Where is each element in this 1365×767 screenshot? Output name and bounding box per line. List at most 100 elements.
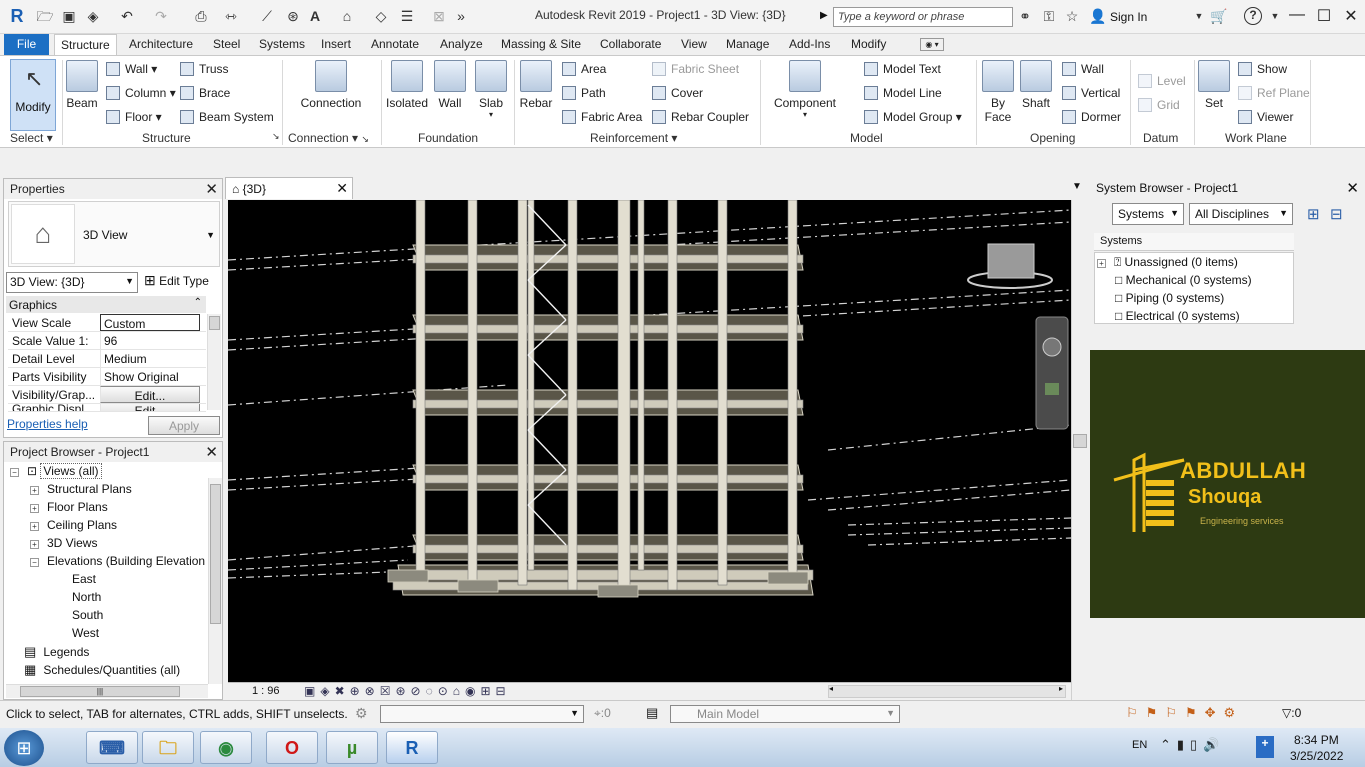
system-piping[interactable]: □ Piping (0 systems) [1115, 291, 1224, 305]
modify-button[interactable]: ↖ Modify [10, 59, 56, 131]
project-browser-close-icon[interactable]: ✕ [205, 443, 218, 461]
tab-steel[interactable]: Steel [213, 34, 240, 55]
wall-foundation-button[interactable]: Wall [434, 60, 466, 110]
system-mechanical[interactable]: □ Mechanical (0 systems) [1115, 273, 1252, 287]
tab-3d-view[interactable]: ⌂ {3D} ✕ [225, 177, 353, 199]
opening-by-face-button[interactable]: By Face [982, 60, 1014, 124]
autofit-columns-icon[interactable]: ⊟ [1330, 205, 1343, 223]
properties-close-icon[interactable]: ✕ [205, 180, 218, 198]
taskbar-utorrent-icon[interactable]: µ [326, 731, 378, 764]
ref-plane-button[interactable]: Ref Plane [1238, 86, 1310, 100]
discipline-filter-select[interactable]: All Disciplines ▼ [1189, 203, 1293, 225]
type-selector[interactable]: ⌂ 3D View ▼ [8, 201, 220, 267]
redo-icon[interactable]: ↷ [152, 7, 170, 25]
path-button[interactable]: Path [562, 86, 606, 100]
minimize-icon[interactable]: — [1285, 6, 1309, 26]
model-line-button[interactable]: Model Line [864, 86, 942, 100]
taskbar-chrome-icon[interactable]: ◉ [200, 731, 252, 764]
rebar-button[interactable]: Rebar [518, 60, 554, 110]
brace-button[interactable]: Brace [180, 86, 230, 100]
vertical-opening-button[interactable]: Vertical [1062, 86, 1120, 100]
system-unassigned[interactable]: + ⍰ Unassigned (0 items) [1097, 255, 1238, 270]
view-scale-label[interactable]: 1 : 96 [252, 685, 280, 697]
show-workplane-button[interactable]: Show [1238, 62, 1287, 76]
systems-column-header[interactable]: Systems [1094, 233, 1294, 251]
filter-count[interactable]: ▽:0 [1282, 706, 1301, 720]
undo-icon[interactable]: ↶ [118, 7, 136, 25]
grid-button[interactable]: Grid [1138, 98, 1180, 112]
wall-opening-button[interactable]: Wall [1062, 62, 1104, 76]
taskbar-explorer-icon[interactable]: 🗀 [142, 731, 194, 764]
close-icon[interactable]: ✕ [1339, 6, 1363, 26]
view-instance-selector[interactable]: 3D View: {3D} ▼ [6, 272, 138, 293]
tab-insert[interactable]: Insert [321, 34, 351, 55]
sign-in-dropdown-icon[interactable]: ▼ [1190, 7, 1208, 25]
apply-button[interactable]: Apply [148, 416, 220, 435]
text-icon[interactable]: A [306, 7, 324, 25]
vg-edit-button[interactable]: Edit... [100, 386, 200, 403]
column-button[interactable]: Column ▾ [106, 86, 176, 100]
help-icon[interactable]: ? [1244, 7, 1262, 25]
tree-elevation-west[interactable]: West [72, 626, 99, 640]
group-connection-label[interactable]: Connection ▾ ↘ [288, 131, 369, 145]
tree-floor-plans[interactable]: + Floor Plans [30, 500, 108, 514]
measure-icon[interactable]: ⇿ [222, 7, 240, 25]
selection-settings-icons[interactable]: ⚐⚑⚐⚑✥⚙ [1126, 705, 1243, 721]
systems-filter-select[interactable]: Systems ▼ [1112, 203, 1184, 225]
view-control-icons[interactable]: ▣◈✖⊕⊗☒⊛⊘◌⊙⌂◉⊞⊟ [304, 684, 511, 698]
tray-app-icon[interactable]: + [1256, 736, 1274, 758]
clock-date[interactable]: 3/25/2022 [1290, 749, 1343, 763]
tree-elevation-south[interactable]: South [72, 608, 103, 622]
view-vscroll[interactable] [1071, 200, 1089, 700]
model-group-button[interactable]: Model Group ▾ [864, 110, 962, 124]
default-3d-icon[interactable]: ⌂ [338, 7, 356, 25]
group-select-label[interactable]: Select ▾ [10, 131, 53, 145]
tree-3d-views[interactable]: +3D Views [30, 536, 97, 550]
tab-file[interactable]: File [4, 34, 49, 55]
subscription-icon[interactable]: ⚿ [1040, 7, 1058, 25]
taskbar-keyboard-icon[interactable]: ⌨ [86, 731, 138, 764]
save-icon[interactable]: ▣ [60, 7, 78, 25]
properties-scrollbar[interactable] [207, 314, 221, 410]
clock-time[interactable]: 8:34 PM [1294, 733, 1339, 747]
level-button[interactable]: Level [1138, 74, 1186, 88]
beam-button[interactable]: Beam [64, 60, 100, 110]
workset-select[interactable]: ▼ [380, 705, 584, 723]
workset-icon[interactable]: ⚙ [355, 705, 368, 722]
rebar-coupler-button[interactable]: Rebar Coupler [652, 110, 749, 124]
group-reinforcement-label[interactable]: Reinforcement ▾ [590, 131, 677, 145]
fabric-area-button[interactable]: Fabric Area [562, 110, 642, 124]
open-icon[interactable]: 🗁 [36, 7, 54, 25]
tab-analyze[interactable]: Analyze [440, 34, 483, 55]
cover-button[interactable]: Cover [652, 86, 703, 100]
project-browser-vscroll[interactable] [208, 478, 222, 684]
properties-help-link[interactable]: Properties help [7, 417, 88, 431]
tree-elevations[interactable]: − Elevations (Building Elevation [30, 554, 205, 568]
tab-systems[interactable]: Systems [259, 34, 305, 55]
view-tab-close-icon[interactable]: ✕ [336, 180, 348, 197]
isolated-foundation-button[interactable]: Isolated [386, 60, 428, 110]
tree-views-all[interactable]: − ⊡ Views (all) [10, 463, 102, 479]
system-browser-close-icon[interactable]: ✕ [1346, 179, 1359, 197]
section-icon[interactable]: ◇ [372, 7, 390, 25]
beam-system-button[interactable]: Beam System [180, 110, 274, 124]
help-dropdown-icon[interactable]: ▼ [1266, 7, 1284, 25]
shaft-button[interactable]: Shaft [1020, 60, 1052, 110]
search-input[interactable]: Type a keyword or phrase [833, 7, 1013, 27]
project-browser-hscroll[interactable]: ||| [6, 684, 208, 698]
view-scale-field[interactable]: Custom [100, 314, 200, 331]
design-options-icon[interactable]: ▤ [646, 705, 658, 721]
tab-collaborate[interactable]: Collaborate [600, 34, 661, 55]
taskbar-revit-icon[interactable]: R [386, 731, 438, 764]
tab-add-ins[interactable]: Add-Ins [789, 34, 830, 55]
truss-button[interactable]: Truss [180, 62, 229, 76]
design-option-select[interactable]: Main Model ▼ [670, 705, 900, 723]
set-workplane-button[interactable]: Set [1198, 60, 1230, 110]
search-expand-icon[interactable]: ▶ [820, 10, 828, 21]
tab-annotate[interactable]: Annotate [371, 34, 419, 55]
close-hidden-icon[interactable]: ⊠ [430, 7, 448, 25]
view-tabs-menu-icon[interactable]: ▼ [1072, 181, 1082, 192]
tag-icon[interactable]: ⊛ [284, 7, 302, 25]
tray-icons[interactable]: ⌃▮▯🔊 [1160, 737, 1225, 753]
tab-modify[interactable]: Modify [851, 34, 886, 55]
